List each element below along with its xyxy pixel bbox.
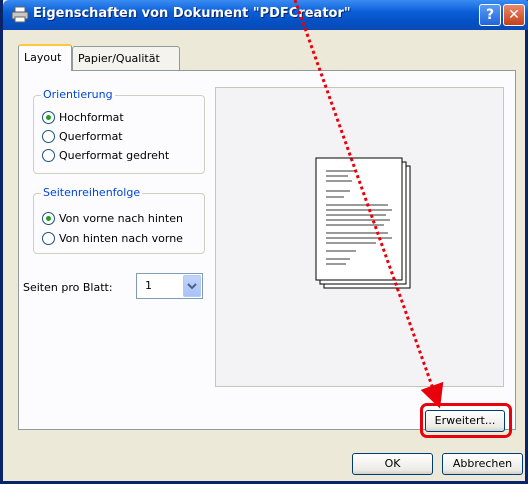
- annotation-arrow: [293, 0, 444, 409]
- tab-layout[interactable]: Layout: [18, 44, 72, 71]
- properties-dialog: Eigenschaften von Dokument "PDFCreator" …: [0, 0, 528, 484]
